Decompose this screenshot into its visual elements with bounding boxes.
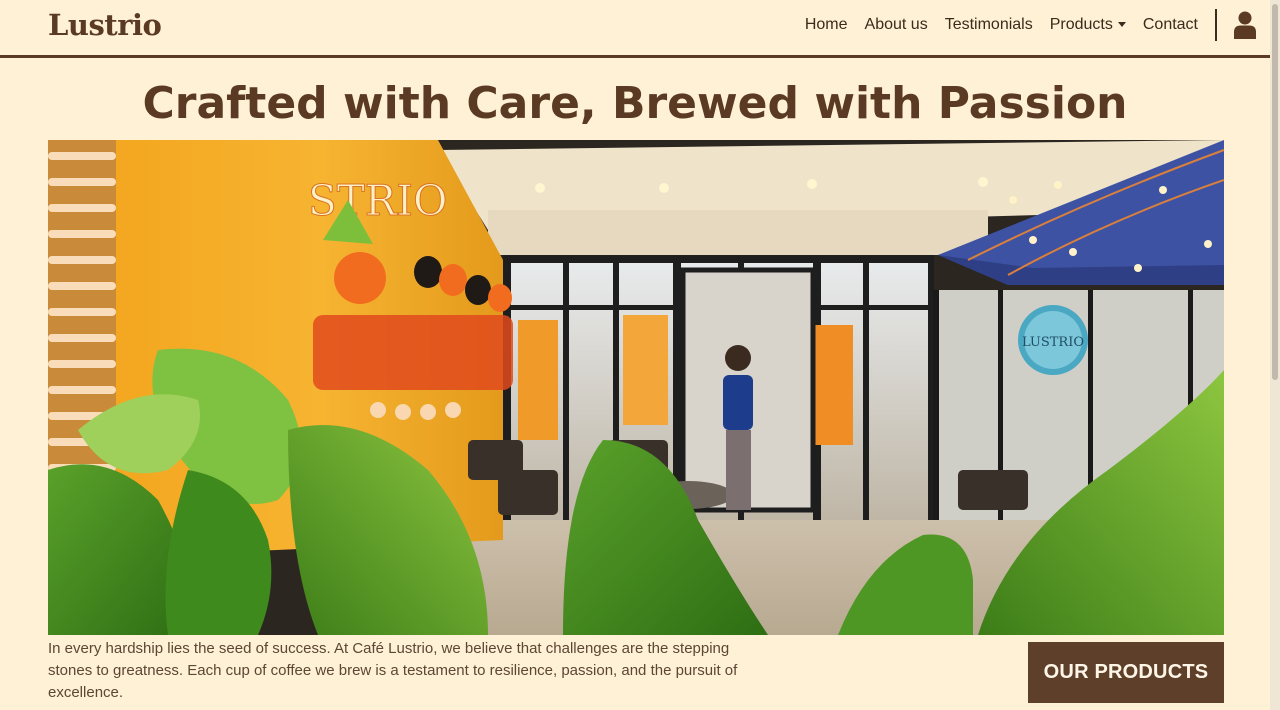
brand-logo[interactable]: Lustrio: [48, 8, 162, 42]
nav-products-dropdown[interactable]: Products: [1050, 16, 1126, 34]
scrollbar-thumb[interactable]: [1272, 4, 1278, 380]
svg-text:LUSTRIO: LUSTRIO: [1022, 335, 1084, 350]
nav-home[interactable]: Home: [805, 16, 848, 34]
nav-contact[interactable]: Contact: [1143, 16, 1198, 34]
our-products-button[interactable]: OUR PRODUCTS: [1028, 642, 1224, 703]
cafe-storefront-photo: LUSTRIO STRIO: [48, 140, 1224, 635]
page-scrollbar[interactable]: [1270, 0, 1280, 710]
nav-divider: [1215, 9, 1217, 41]
svg-text:STRIO: STRIO: [308, 176, 447, 225]
nav-testimonials[interactable]: Testimonials: [945, 16, 1033, 34]
nav-links: Home About us Testimonials Products Cont…: [805, 16, 1198, 34]
hero-title: Crafted with Care, Brewed with Passion: [142, 78, 1128, 129]
intro-text: In every hardship lies the seed of succe…: [48, 640, 738, 701]
hero-image: LUSTRIO STRIO: [48, 140, 1224, 635]
user-icon[interactable]: [1234, 11, 1256, 39]
navbar: Lustrio Home About us Testimonials Produ…: [0, 0, 1270, 58]
nav-about-us[interactable]: About us: [865, 16, 928, 34]
